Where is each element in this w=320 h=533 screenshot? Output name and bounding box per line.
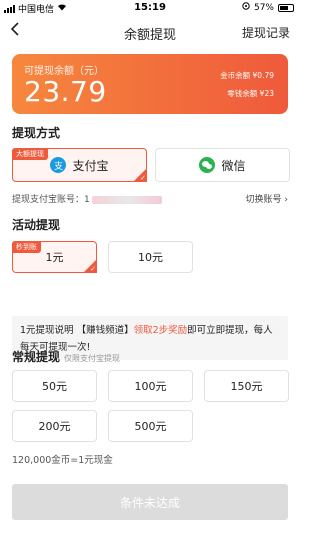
account-value: 1	[84, 195, 90, 205]
info-highlight[interactable]: 领取2步奖励	[134, 325, 188, 336]
account-label: 提现支付宝账号：	[12, 195, 85, 205]
regular-option-150[interactable]: 150元	[204, 370, 289, 402]
activity-section-title: 活动提现	[12, 218, 61, 232]
wechat-label: 微信	[221, 158, 246, 173]
submit-button[interactable]: 条件未达成	[12, 484, 288, 520]
activity-option-1[interactable]: 秒到账 1元 ✓	[12, 241, 97, 273]
account-mask	[91, 195, 162, 204]
alipay-option[interactable]: 大额提现 支 支付宝 ✓	[12, 148, 147, 182]
coin-rate-text: 120,000金币=1元现金	[12, 455, 113, 466]
wechat-option[interactable]: 微信	[155, 148, 290, 182]
wechat-icon	[199, 157, 216, 173]
info-prefix: 1元提现说明 【赚钱频道】	[20, 325, 134, 336]
battery-percent: 57%	[253, 2, 274, 13]
alipay-label: 支付宝	[72, 158, 109, 173]
change-balance: 零钱余额 ¥23	[227, 89, 274, 98]
nav-header: 余额提现 提现记录	[0, 18, 300, 46]
balance-amount: 23.79	[24, 75, 107, 108]
location-icon	[242, 2, 250, 13]
regular-option-500[interactable]: 500元	[108, 410, 193, 442]
regular-hint: 仅限支付宝提现	[64, 354, 121, 363]
regular-option-200[interactable]: 200元	[12, 410, 97, 442]
account-row: 提现支付宝账号：1 切换账号 ›	[12, 192, 288, 205]
withdraw-record-link[interactable]: 提现记录	[242, 24, 290, 41]
activity-option-label: 10元	[138, 251, 163, 264]
regular-section-title: 常规提现 仅限支付宝提现	[12, 350, 121, 364]
status-bar: 中国电信 15:19 57%	[0, 0, 300, 16]
instant-tag: 秒到账	[12, 241, 41, 253]
regular-option-50[interactable]: 50元	[12, 370, 97, 402]
check-icon: ✓	[133, 168, 147, 182]
switch-account-link[interactable]: 切换账号 ›	[246, 192, 288, 205]
alipay-icon: 支	[50, 157, 67, 173]
activity-option-label: 1元	[45, 251, 64, 264]
balance-card: 可提现余额（元） 23.79 金币余额 ¥0.79 零钱余额 ¥23	[12, 54, 288, 114]
activity-option-2[interactable]: 10元	[108, 241, 193, 273]
method-section-title: 提现方式	[12, 126, 61, 140]
coin-balance: 金币余额 ¥0.79	[220, 71, 274, 80]
check-icon: ✓	[83, 259, 97, 273]
large-withdraw-tag: 大额提现	[12, 148, 48, 160]
regular-option-100[interactable]: 100元	[108, 370, 193, 402]
battery-icon	[278, 3, 294, 12]
